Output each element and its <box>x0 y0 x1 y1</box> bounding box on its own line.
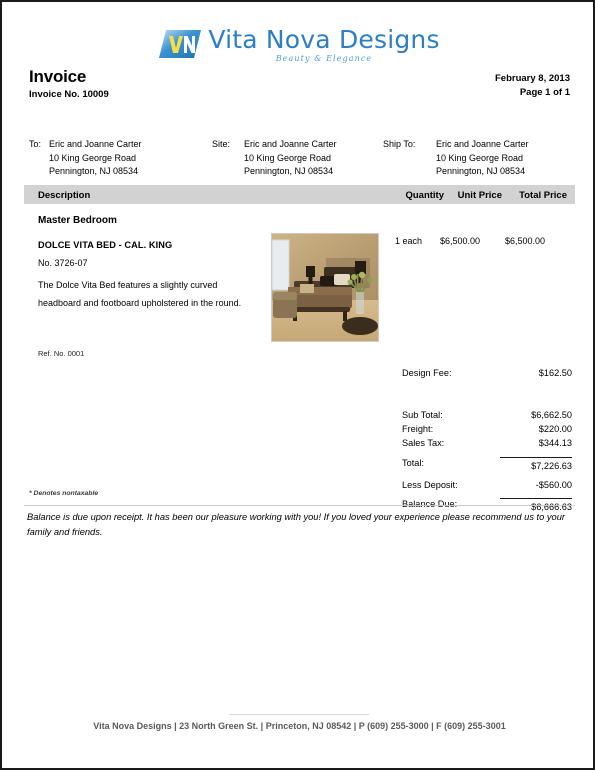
footer-contact-info: Vita Nova Designs | 23 North Green St. |… <box>93 721 506 731</box>
freight-value: $220.00 <box>538 424 572 435</box>
less-deposit-value: -$560.00 <box>535 479 572 490</box>
bill-to-line: 10 King George Road <box>49 152 137 163</box>
company-name: Vita Nova Designs <box>208 25 440 54</box>
line-item-ref-number: Ref. No. 0001 <box>38 349 85 358</box>
line-item-photo <box>271 233 379 342</box>
bill-to-block: To: Eric and Joanne Carter 10 King Georg… <box>29 138 142 179</box>
line-item-description: The Dolce Vita Bed features a slightly c… <box>38 280 242 308</box>
bill-to-line: Pennington, NJ 08534 <box>49 166 139 176</box>
freight-row: Freight: $220.00 <box>402 422 572 436</box>
site-label: Site: <box>212 139 231 149</box>
line-item-quantity: 1 each <box>394 236 422 246</box>
ship-to-label: Ship To: <box>383 139 416 149</box>
line-item-sku: No. 3726-07 <box>38 258 88 268</box>
page-indicator: Page 1 of 1 <box>519 87 570 98</box>
design-fee-label: Design Fee: <box>402 368 452 378</box>
sales-tax-value: $344.13 <box>538 438 572 449</box>
bill-to-label: To: <box>29 139 42 149</box>
less-deposit-label: Less Deposit: <box>402 479 458 490</box>
column-header-description: Description <box>38 190 91 201</box>
line-item-name: DOLCE VITA BED - CAL. KING <box>38 240 173 250</box>
site-line: Eric and Joanne Carter <box>244 139 337 149</box>
ship-to-block: Ship To: Eric and Joanne Carter 10 King … <box>383 138 529 179</box>
sales-tax-label: Sales Tax: <box>402 438 445 449</box>
footer-divider <box>229 714 369 715</box>
message-divider <box>24 505 575 506</box>
invoice-date: February 8, 2013 <box>495 73 570 84</box>
subtotal-value: $6,662.50 <box>531 410 572 420</box>
column-header-unit-price: Unit Price <box>457 190 502 201</box>
closing-message: Balance is due upon receipt. It has been… <box>27 512 565 537</box>
design-fee-value: $162.50 <box>538 368 572 378</box>
subtotal-label: Sub Total: <box>402 410 443 420</box>
subtotal-row: Sub Total: $6,662.50 <box>402 408 572 422</box>
freight-label: Freight: <box>402 424 434 435</box>
column-header-quantity: Quantity <box>405 190 444 201</box>
site-block: Site: Eric and Joanne Carter 10 King Geo… <box>212 138 337 179</box>
total-label: Total: <box>402 457 424 468</box>
line-item-unit-price: $6,500.00 <box>439 236 480 246</box>
site-line: Pennington, NJ 08534 <box>244 166 334 176</box>
line-items-table-header: Description Quantity Unit Price Total Pr… <box>24 185 575 204</box>
room-heading: Master Bedroom <box>38 215 117 226</box>
less-deposit-row: Less Deposit: -$560.00 <box>402 478 572 492</box>
page-title: Invoice <box>29 67 87 86</box>
line-item-total-price: $6,500.00 <box>504 236 545 246</box>
ship-to-line: Eric and Joanne Carter <box>436 139 529 149</box>
company-logo: Vita Nova Designs Beauty & Elegance <box>2 25 593 65</box>
total-value: $7,226.63 <box>500 456 572 473</box>
bill-to-line: Eric and Joanne Carter <box>49 139 142 149</box>
invoice-page: Vita Nova Designs Beauty & Elegance Invo… <box>0 0 595 770</box>
company-tagline: Beauty & Elegance <box>275 54 373 63</box>
design-fee-block: Design Fee: $162.50 <box>402 366 572 380</box>
nontaxable-footnote: * Denotes nontaxable <box>29 490 99 497</box>
total-row: Total: $7,226.63 <box>402 456 572 473</box>
sales-tax-row: Sales Tax: $344.13 <box>402 436 572 450</box>
invoice-number: Invoice No. 10009 <box>29 89 109 100</box>
ship-to-line: Pennington, NJ 08534 <box>436 166 526 176</box>
totals-block: Sub Total: $6,662.50 Freight: $220.00 Sa… <box>402 408 572 514</box>
column-header-total-price: Total Price <box>519 190 567 201</box>
ship-to-line: 10 King George Road <box>436 152 524 163</box>
design-fee-row: Design Fee: $162.50 <box>402 366 572 380</box>
site-line: 10 King George Road <box>244 152 332 163</box>
vn-monogram-icon <box>159 28 202 60</box>
